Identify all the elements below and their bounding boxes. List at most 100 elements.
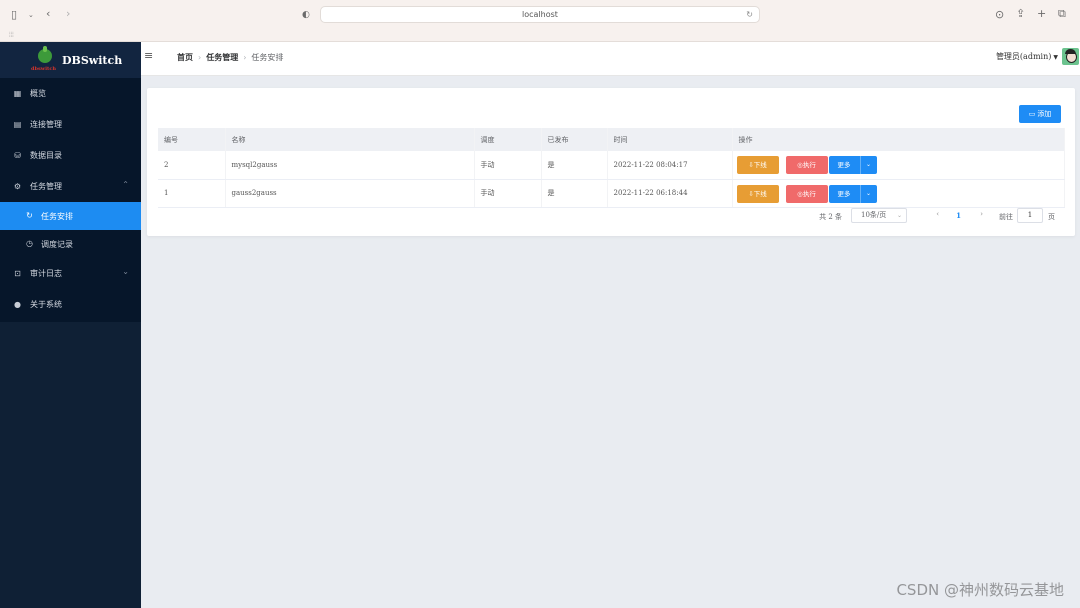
browser-toolbar: ▯ ⌄ ‹ › ◐ localhost ↻ ⊙ ⇪ + ⧉ ⦙⦙⦙ — [0, 0, 1080, 42]
breadcrumb-home[interactable]: 首页 — [177, 52, 193, 63]
sidebar-item-overview[interactable]: ▦ 概览 — [0, 78, 141, 109]
sidebar-item-label: 概览 — [30, 89, 46, 98]
sidebar-item-audit-log[interactable]: ⊡ 审计日志 ⌄ — [0, 258, 141, 289]
more-label: 更多 — [837, 189, 851, 198]
cell-name: mysql2gauss — [225, 151, 475, 180]
cell-actions: ⇩下线 ◎执行 更多 ⌄ — [732, 179, 1065, 208]
new-tab-icon[interactable]: + — [1037, 8, 1046, 20]
chevron-down-icon[interactable]: ⌄ — [859, 156, 877, 174]
sidebar-item-label: 关于系统 — [30, 300, 62, 309]
address-bar[interactable]: localhost ↻ — [320, 6, 760, 23]
task-list-card: ▭ 添加 编号 名称 调度 已发布 时间 操作 2 mysql2gauss 手动 … — [147, 88, 1075, 236]
chevron-down-icon[interactable]: ⌄ — [859, 184, 877, 203]
back-icon[interactable]: ‹ — [46, 8, 50, 20]
more-button[interactable]: 更多 ⌄ — [828, 184, 877, 203]
sidebar: dbswitch DBSwitch ▦ 概览 ▤ 连接管理 ⛁ 数据目录 ⚙ 任… — [0, 42, 141, 608]
offline-button[interactable]: ⇩下线 — [736, 156, 779, 174]
database-icon: ⛁ — [14, 151, 21, 160]
sidebar-item-schedule-records[interactable]: ◷ 调度记录 — [0, 230, 141, 258]
breadcrumb-separator-icon: › — [243, 53, 247, 62]
chevron-up-icon: ⌃ — [122, 180, 129, 189]
goto-page-input[interactable]: 1 — [1017, 208, 1043, 223]
reload-icon[interactable]: ↻ — [746, 7, 753, 22]
cell-published: 是 — [541, 151, 608, 180]
forward-icon[interactable]: › — [66, 8, 70, 20]
column-header-time[interactable]: 时间 — [607, 128, 733, 151]
more-button[interactable]: 更多 ⌄ — [828, 156, 877, 174]
sidebar-item-label: 任务安排 — [41, 212, 73, 221]
menu-collapse-icon[interactable]: ≡ — [144, 49, 153, 62]
pagination: 共 2 条 10条/页 ⌄ ‹ 1 › 前往 1 页 — [755, 208, 1055, 224]
sidebar-toggle-icon[interactable]: ▯ — [11, 9, 17, 21]
sidebar-item-label: 数据目录 — [30, 151, 62, 160]
avatar[interactable] — [1062, 48, 1079, 65]
offline-button[interactable]: ⇩下线 — [736, 184, 779, 203]
sidebar-item-label: 调度记录 — [41, 240, 73, 249]
column-header-schedule[interactable]: 调度 — [474, 128, 542, 151]
cell-time: 2022-11-22 08:04:17 — [607, 151, 733, 180]
run-label: 执行 — [802, 161, 816, 169]
sidebar-item-about[interactable]: ● 关于系统 — [0, 289, 141, 320]
goto-label: 前往 — [999, 213, 1013, 221]
page-size-value: 10条/页 — [861, 211, 887, 219]
breadcrumb-separator-icon: › — [198, 53, 202, 62]
column-header-actions: 操作 — [732, 128, 1065, 151]
user-icon: ● — [14, 300, 21, 309]
sidebar-item-label: 审计日志 — [30, 269, 62, 278]
goto-suffix: 页 — [1048, 213, 1055, 221]
sidebar-item-task-schedule[interactable]: ↻ 任务安排 — [0, 202, 141, 230]
watermark: CSDN @神州数码云基地 — [896, 581, 1064, 599]
more-label: 更多 — [837, 161, 851, 169]
table-row[interactable]: 2 mysql2gauss 手动 是 2022-11-22 08:04:17 ⇩… — [158, 151, 1065, 180]
caret-down-icon: ▼ — [1053, 54, 1058, 61]
breadcrumb: 首页 › 任务管理 › 任务安排 — [177, 52, 283, 63]
prev-page-icon[interactable]: ‹ — [936, 210, 939, 218]
url-text: localhost — [522, 10, 558, 19]
run-label: 执行 — [802, 189, 816, 198]
user-name: 管理员(admin) — [995, 52, 1052, 61]
cell-id: 1 — [158, 179, 226, 208]
share-icon[interactable]: ⇪ — [1016, 8, 1025, 20]
clock-icon: ◷ — [26, 239, 33, 248]
cell-id: 2 — [158, 151, 226, 180]
cell-published: 是 — [541, 179, 608, 208]
sidebar-item-task-management[interactable]: ⚙ 任务管理 ⌃ — [0, 171, 141, 202]
user-menu[interactable]: 管理员(admin) ▼ — [996, 51, 1058, 62]
audit-icon: ⊡ — [14, 269, 21, 278]
page-number-current[interactable]: 1 — [956, 211, 961, 220]
app-title: DBSwitch — [62, 54, 123, 67]
sidebar-item-connections[interactable]: ▤ 连接管理 — [0, 109, 141, 140]
column-header-id[interactable]: 编号 — [158, 128, 226, 151]
cell-schedule: 手动 — [474, 151, 542, 180]
breadcrumb-task-management[interactable]: 任务管理 — [206, 52, 238, 63]
grid-icon: ▦ — [13, 89, 22, 98]
page-size-select[interactable]: 10条/页 ⌄ — [851, 208, 907, 223]
bookmarks-icon[interactable]: ⦙⦙⦙ — [9, 29, 14, 41]
cell-time: 2022-11-22 06:18:44 — [607, 179, 733, 208]
run-button[interactable]: ◎执行 — [785, 156, 828, 174]
chevron-down-icon[interactable]: ⌄ — [28, 9, 34, 21]
chevron-down-icon: ⌄ — [896, 212, 902, 219]
clipboard-icon: ▤ — [13, 120, 22, 129]
shield-icon[interactable]: ◐ — [302, 9, 310, 21]
table-row[interactable]: 1 gauss2gauss 手动 是 2022-11-22 06:18:44 ⇩… — [158, 179, 1065, 208]
next-page-icon[interactable]: › — [980, 210, 983, 218]
breadcrumb-current: 任务安排 — [251, 53, 284, 62]
app-logo[interactable]: dbswitch DBSwitch — [0, 42, 141, 78]
cell-name: gauss2gauss — [225, 179, 475, 208]
refresh-icon: ↻ — [26, 211, 33, 220]
cell-actions: ⇩下线 ◎执行 更多 ⌄ — [732, 151, 1065, 180]
table-header-row: 编号 名称 调度 已发布 时间 操作 — [158, 128, 1065, 151]
add-task-button[interactable]: ▭ 添加 — [1019, 105, 1061, 123]
column-header-published[interactable]: 已发布 — [541, 128, 608, 151]
column-header-name[interactable]: 名称 — [225, 128, 475, 151]
offline-label: 下线 — [753, 161, 767, 169]
add-button-label: 添加 — [1037, 110, 1052, 118]
offline-label: 下线 — [753, 189, 767, 198]
sidebar-item-label: 连接管理 — [30, 120, 62, 129]
run-button[interactable]: ◎执行 — [785, 184, 828, 203]
tabs-overview-icon[interactable]: ⧉ — [1058, 8, 1066, 20]
download-icon[interactable]: ⊙ — [995, 9, 1004, 21]
sidebar-menu: ▦ 概览 ▤ 连接管理 ⛁ 数据目录 ⚙ 任务管理 ⌃ ↻ 任务安排 ◷ 调度记… — [0, 78, 141, 322]
sidebar-item-catalog[interactable]: ⛁ 数据目录 — [0, 140, 141, 171]
